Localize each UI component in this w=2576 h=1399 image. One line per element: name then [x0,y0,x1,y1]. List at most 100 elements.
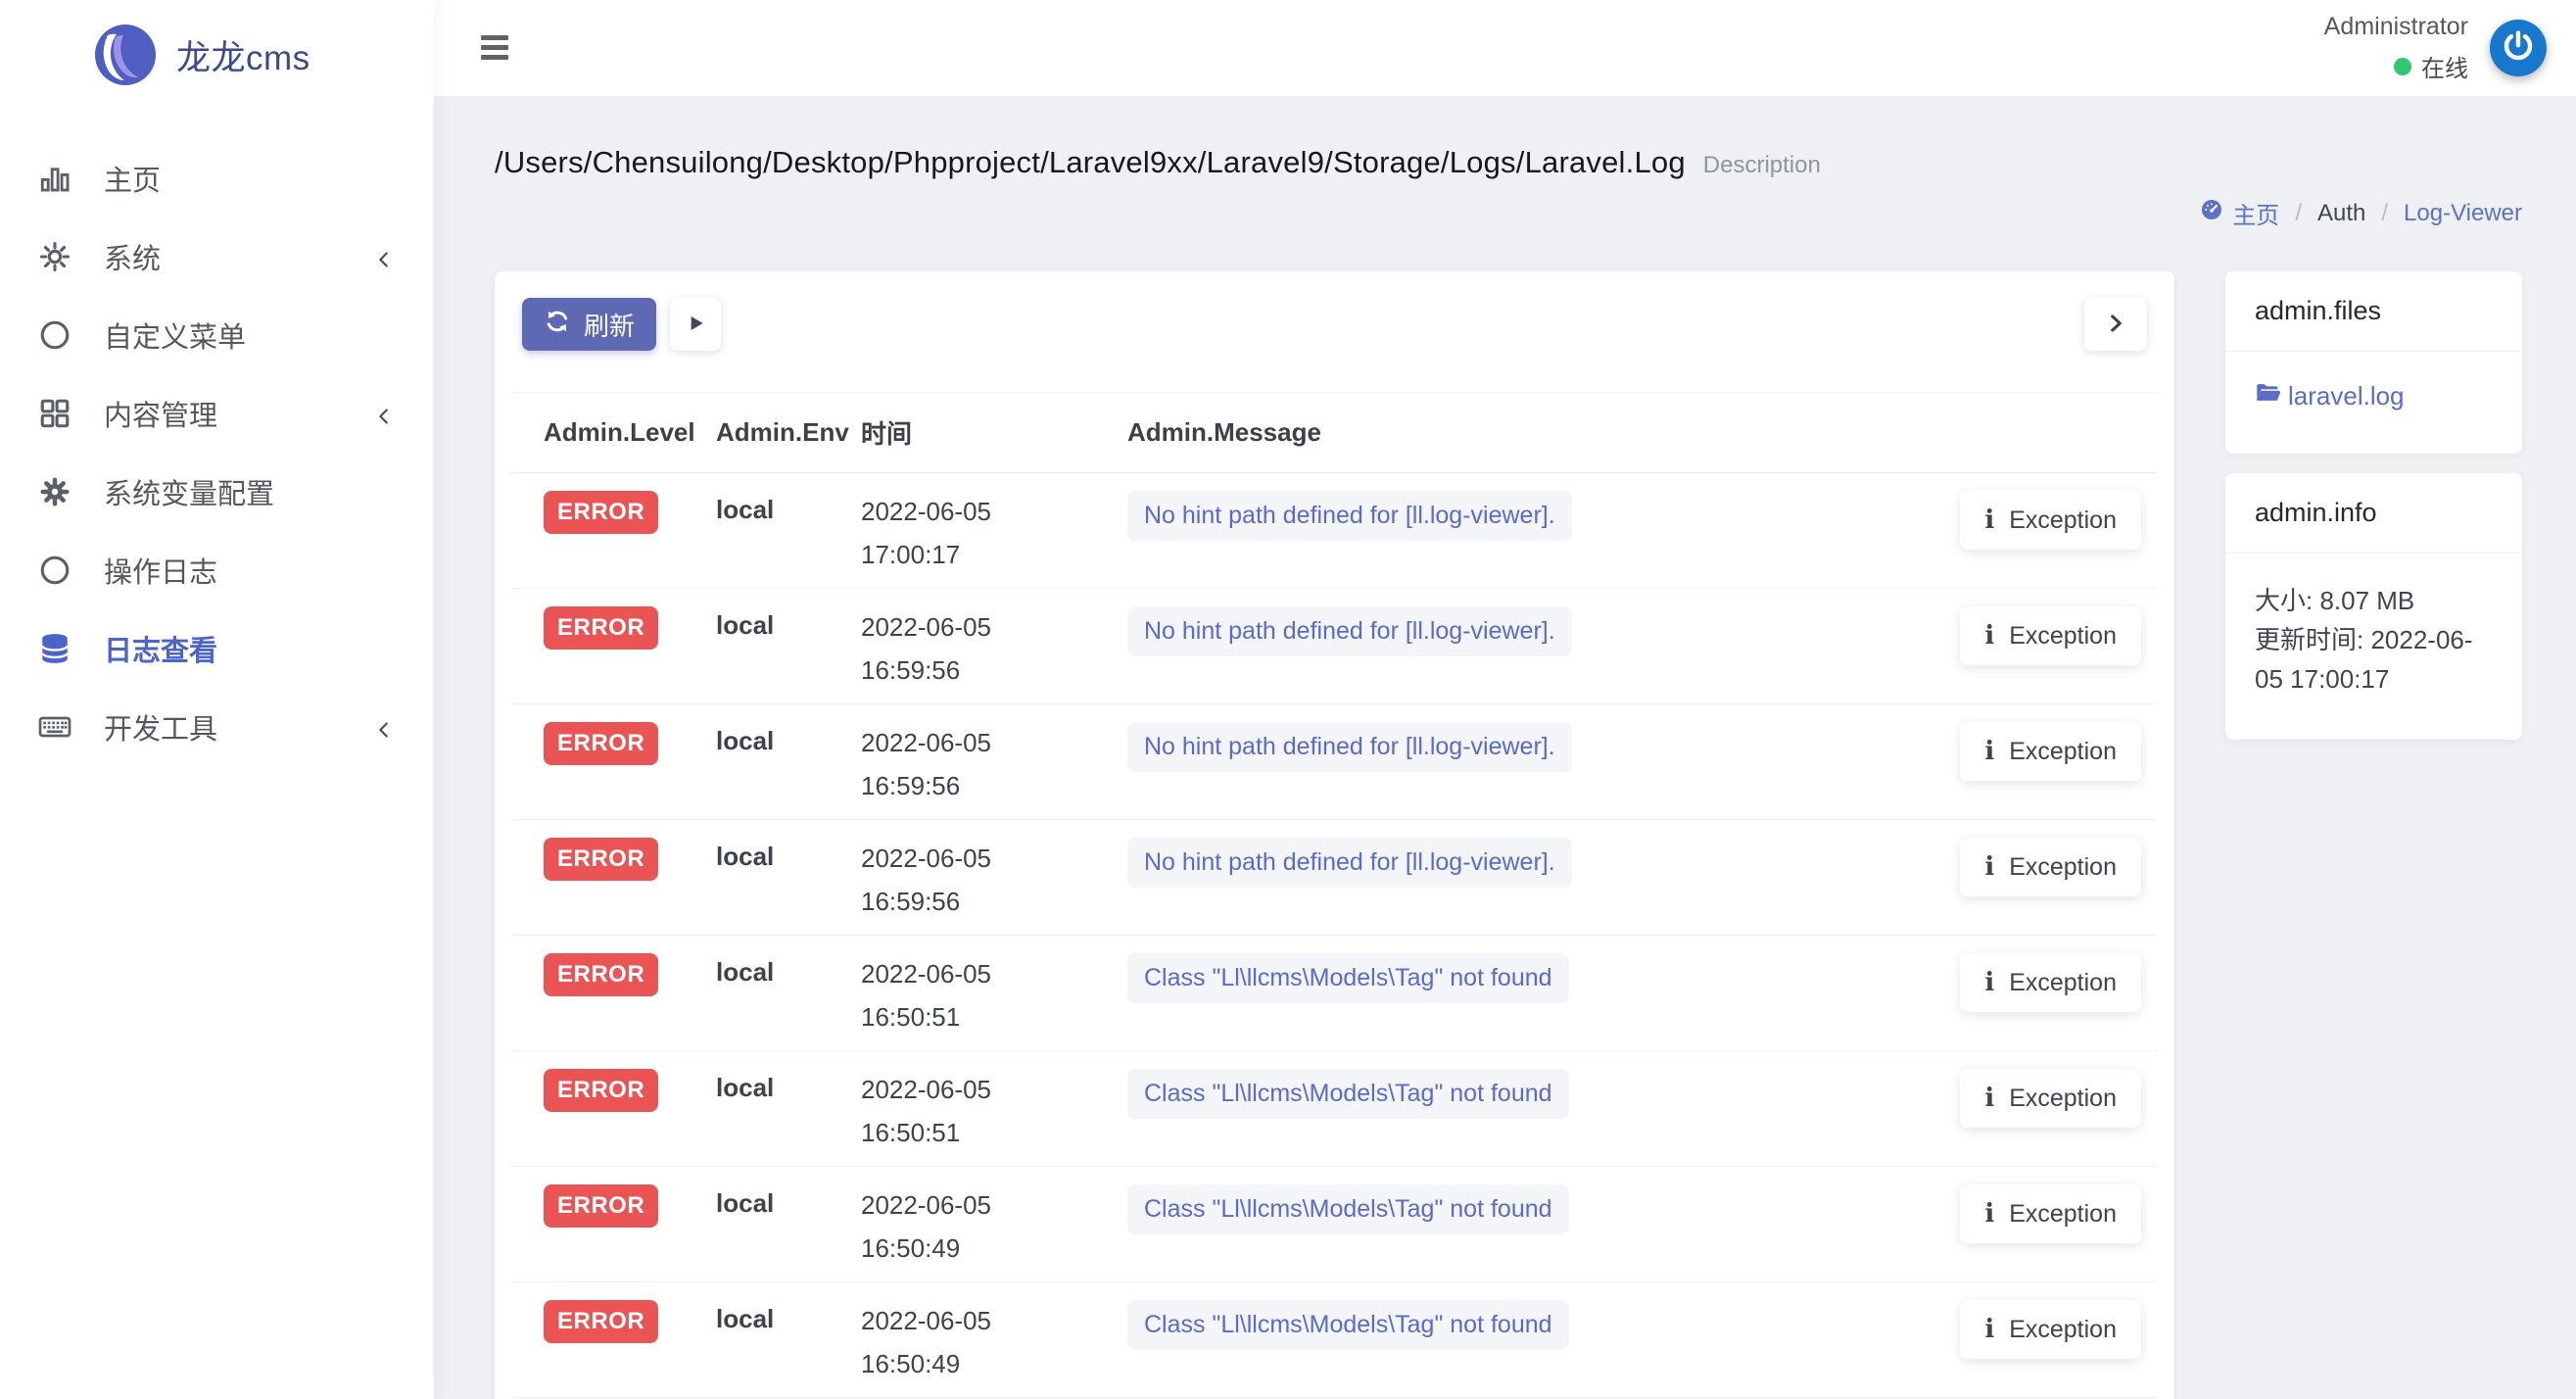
level-cell: ERROR [512,936,716,1051]
info-icon: i [1984,506,1994,535]
next-page-button[interactable] [2084,298,2147,351]
username: Administrator [2324,13,2468,41]
exception-button[interactable]: i Exception [1960,838,2141,896]
brand[interactable]: 龙龙cms [0,0,434,94]
topbar: Administrator 在线 [434,0,2576,96]
message-cell: Class "Ll\llcms\Models\Tag" not found [1127,936,1930,1051]
chevron-left-icon [373,246,395,267]
sidebar-item-content[interactable]: 内容管理 [0,374,434,453]
breadcrumb-home-label: 主页 [2232,196,2279,230]
sidebar-item-op-log[interactable]: 操作日志 [0,531,434,609]
avatar[interactable] [2490,20,2547,76]
info-icon: i [1984,1315,1994,1344]
sidebar-item-log-viewer[interactable]: 日志查看 [0,609,434,688]
exception-button[interactable]: i Exception [1960,953,2141,1012]
col-header-level: Admin.Level [512,393,716,473]
sidebar-item-label: 操作日志 [104,550,217,591]
log-message-link[interactable]: No hint path defined for [ll.log-viewer]… [1127,606,1572,656]
log-message-link[interactable]: Class "Ll\llcms\Models\Tag" not found [1127,1069,1569,1119]
col-header-env: Admin.Env [716,393,861,473]
env-cell: local [716,1282,861,1398]
log-date: 2022-06-05 [861,722,1127,758]
log-table-row: ERROR local 2022-06-05 16:50:51 Class "L… [512,936,2157,1051]
refresh-button[interactable]: 刷新 [522,298,656,351]
log-message-link[interactable]: No hint path defined for [ll.log-viewer]… [1127,491,1572,541]
action-cell: i Exception [1930,820,2157,936]
message-cell: Class "Ll\llcms\Models\Tag" not found [1127,1167,1930,1282]
log-date: 2022-06-05 [861,953,1127,989]
error-badge: ERROR [544,838,658,881]
message-cell: No hint path defined for [ll.log-viewer]… [1127,820,1930,936]
error-badge: ERROR [544,606,658,650]
sidebar-item-custom-menu[interactable]: 自定义菜单 [0,296,434,374]
page-title: /Users/Chensuilong/Desktop/Phpproject/La… [495,145,1686,180]
gear-outline-icon [37,239,72,274]
info-icon: i [1984,737,1994,766]
error-badge: ERROR [544,1069,658,1112]
files-card: admin.files laravel.log [2225,271,2522,454]
exception-button[interactable]: i Exception [1960,722,2141,781]
sidebar-item-label: 系统变量配置 [104,471,274,512]
log-message-link[interactable]: No hint path defined for [ll.log-viewer]… [1127,722,1572,772]
user-status: 在线 [2324,49,2468,83]
action-cell: i Exception [1930,589,2157,704]
col-header-time: 时间 [861,393,1127,473]
log-date: 2022-06-05 [861,1300,1127,1336]
sidebar-item-system[interactable]: 系统 [0,217,434,296]
info-icon: i [1984,1199,1994,1229]
dashboard-gauge-icon [2200,198,2223,228]
level-cell: ERROR [512,589,716,704]
env-cell: local [716,473,861,589]
breadcrumb-home-link[interactable]: 主页 [2200,196,2279,230]
log-table-body: ERROR local 2022-06-05 17:00:17 No hint … [512,473,2157,1399]
error-badge: ERROR [544,953,658,996]
sidebar-item-label: 开发工具 [104,706,217,748]
log-date: 2022-06-05 [861,606,1127,643]
power-icon [2500,27,2537,70]
exception-button[interactable]: i Exception [1960,1069,2141,1128]
log-table: Admin.Level Admin.Env 时间 Admin.Message E… [512,392,2157,1399]
env-cell: local [716,936,861,1051]
log-message-link[interactable]: No hint path defined for [ll.log-viewer]… [1127,838,1572,888]
exception-button[interactable]: i Exception [1960,491,2141,550]
exception-label: Exception [2009,1200,2117,1229]
exception-button[interactable]: i Exception [1960,1300,2141,1359]
info-icon: i [1984,621,1994,651]
message-cell: Class "Ll\llcms\Models\Tag" not found [1127,1051,1930,1167]
breadcrumb-current[interactable]: Log-Viewer [2404,200,2522,227]
level-cell: ERROR [512,1051,716,1167]
log-card: 刷新 [495,271,2174,1399]
error-badge: ERROR [544,1184,658,1228]
sidebar-item-system-vars[interactable]: 系统变量配置 [0,453,434,531]
action-cell: i Exception [1930,704,2157,820]
sidebar-item-home[interactable]: 主页 [0,139,434,217]
env-cell: local [716,589,861,704]
database-icon [37,631,72,666]
play-button[interactable] [670,298,721,351]
refresh-icon [544,308,571,342]
exception-button[interactable]: i Exception [1960,606,2141,665]
log-table-row: ERROR local 2022-06-05 16:59:56 No hint … [512,704,2157,820]
sidebar-menu: 主页 系统 自定义菜单 内 [0,139,434,766]
env-cell: local [716,820,861,936]
hamburger-icon[interactable] [481,32,516,64]
chart-bar-icon [37,161,72,196]
error-badge: ERROR [544,722,658,765]
level-cell: ERROR [512,473,716,589]
chevron-left-icon [373,403,395,424]
col-header-action [1930,393,2157,473]
exception-label: Exception [2009,853,2117,882]
exception-label: Exception [2009,1085,2117,1113]
info-icon: i [1984,852,1994,882]
log-message-link[interactable]: Class "Ll\llcms\Models\Tag" not found [1127,1184,1569,1234]
log-time: 16:50:51 [861,1117,1127,1148]
log-message-link[interactable]: Class "Ll\llcms\Models\Tag" not found [1127,953,1569,1003]
action-cell: i Exception [1930,473,2157,589]
exception-button[interactable]: i Exception [1960,1184,2141,1243]
log-message-link[interactable]: Class "Ll\llcms\Models\Tag" not found [1127,1300,1569,1350]
log-time: 16:50:49 [861,1232,1127,1264]
sidebar-item-dev-tools[interactable]: 开发工具 [0,688,434,766]
file-link-laravel-log[interactable]: laravel.log [2255,379,2493,412]
grid-icon [37,396,72,431]
exception-label: Exception [2009,622,2117,651]
